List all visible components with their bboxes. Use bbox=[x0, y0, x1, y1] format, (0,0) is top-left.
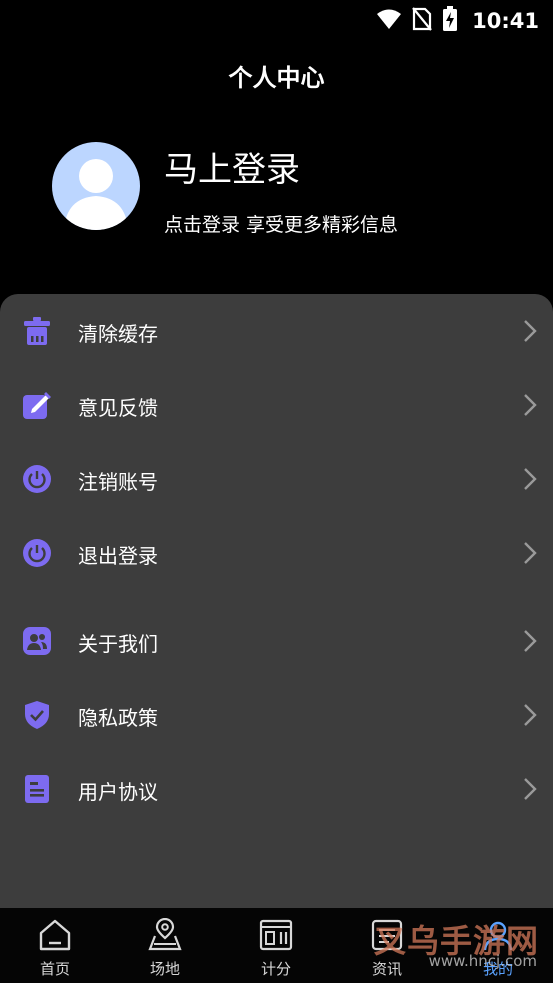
chevron-right-icon bbox=[523, 777, 537, 801]
no-sim-icon bbox=[412, 7, 432, 35]
menu-item-label: 用户协议 bbox=[78, 780, 158, 804]
trash-icon bbox=[20, 314, 54, 348]
menu-item-privacy-policy[interactable]: 隐私政策 bbox=[0, 678, 553, 752]
menu-item-label: 意见反馈 bbox=[78, 396, 158, 420]
tab-home[interactable]: 首页 bbox=[0, 908, 110, 983]
edit-icon bbox=[20, 388, 54, 422]
page-title: 个人中心 bbox=[228, 64, 325, 92]
menu-item-delete-account[interactable]: 注销账号 bbox=[0, 442, 553, 516]
scoreboard-icon bbox=[259, 918, 293, 952]
battery-charging-icon bbox=[442, 6, 458, 36]
wifi-icon bbox=[376, 8, 402, 34]
status-time: 10:41 bbox=[472, 9, 539, 33]
menu-item-user-agreement[interactable]: 用户协议 bbox=[0, 752, 553, 826]
chevron-right-icon bbox=[523, 467, 537, 491]
menu-item-feedback[interactable]: 意见反馈 bbox=[0, 368, 553, 442]
chevron-right-icon bbox=[523, 629, 537, 653]
menu-item-label: 清除缓存 bbox=[78, 322, 158, 346]
chevron-right-icon bbox=[523, 319, 537, 343]
shield-check-icon bbox=[20, 698, 54, 732]
team-icon bbox=[20, 624, 54, 658]
default-avatar-icon[interactable] bbox=[52, 142, 140, 230]
menu-item-about-us[interactable]: 关于我们 bbox=[0, 604, 553, 678]
tab-venue[interactable]: 场地 bbox=[110, 908, 220, 983]
document-icon bbox=[20, 772, 54, 806]
chevron-right-icon bbox=[523, 703, 537, 727]
menu-item-logout[interactable]: 退出登录 bbox=[0, 516, 553, 590]
menu-item-clear-cache[interactable]: 清除缓存 bbox=[0, 294, 553, 368]
login-title[interactable]: 马上登录 bbox=[164, 142, 300, 191]
menu-panel: 清除缓存 意见反馈 注销账号 退出登录 关于我们 隐私政策 用户协议 bbox=[0, 294, 553, 908]
power-icon bbox=[20, 462, 54, 496]
tab-label: 计分 bbox=[260, 960, 291, 978]
tab-label: 场地 bbox=[149, 960, 180, 978]
menu-item-label: 退出登录 bbox=[78, 544, 158, 568]
menu-item-label: 隐私政策 bbox=[78, 706, 158, 730]
tab-scoring[interactable]: 计分 bbox=[221, 908, 331, 983]
watermark-url: www.hncj.com bbox=[428, 952, 537, 970]
login-subtitle: 点击登录 享受更多精彩信息 bbox=[164, 214, 399, 236]
chevron-right-icon bbox=[523, 393, 537, 417]
location-icon bbox=[148, 917, 182, 952]
power-icon bbox=[20, 536, 54, 570]
status-icons: 10:41 bbox=[376, 6, 539, 36]
status-bar: 10:41 bbox=[0, 0, 553, 38]
menu-item-label: 注销账号 bbox=[78, 470, 158, 494]
menu-item-label: 关于我们 bbox=[78, 632, 158, 656]
tab-label: 首页 bbox=[39, 960, 70, 978]
chevron-right-icon bbox=[523, 541, 537, 565]
home-icon bbox=[38, 918, 72, 952]
profile-login-area[interactable]: 马上登录 点击登录 享受更多精彩信息 bbox=[52, 142, 512, 236]
